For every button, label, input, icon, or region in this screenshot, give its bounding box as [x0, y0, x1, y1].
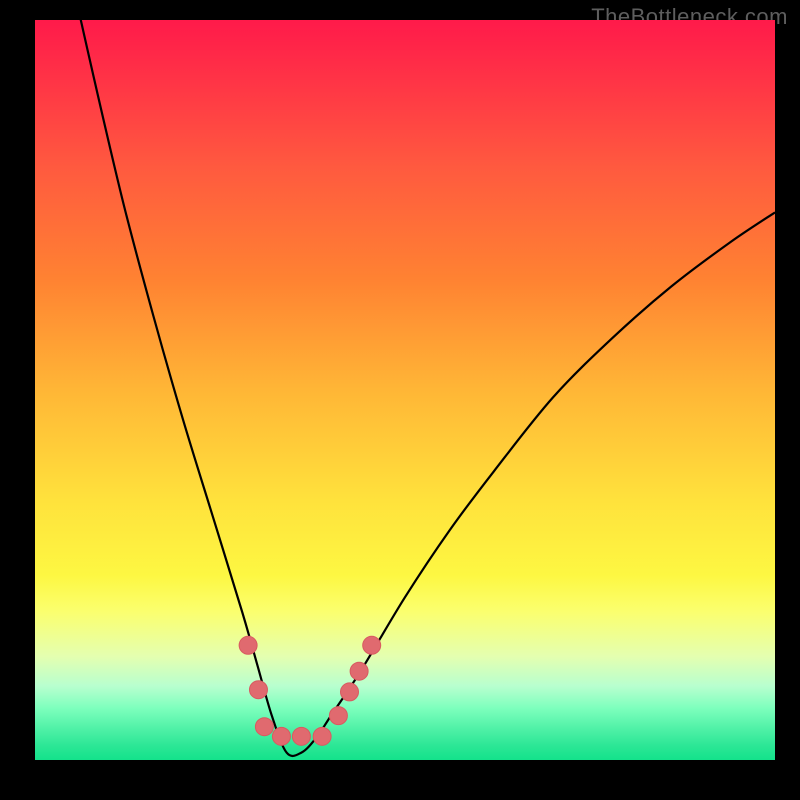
bottleneck-curve [35, 20, 775, 756]
chart-stage: TheBottleneck.com [0, 0, 800, 800]
trough-marker [350, 662, 368, 680]
trough-marker [363, 636, 381, 654]
trough-marker [272, 727, 290, 745]
trough-marker [255, 718, 273, 736]
trough-markers [239, 636, 381, 745]
trough-marker [249, 681, 267, 699]
trough-marker [239, 636, 257, 654]
trough-marker [292, 727, 310, 745]
trough-marker [341, 683, 359, 701]
trough-marker [313, 727, 331, 745]
curve-layer [35, 20, 775, 760]
plot-area [35, 20, 775, 760]
trough-marker [329, 707, 347, 725]
